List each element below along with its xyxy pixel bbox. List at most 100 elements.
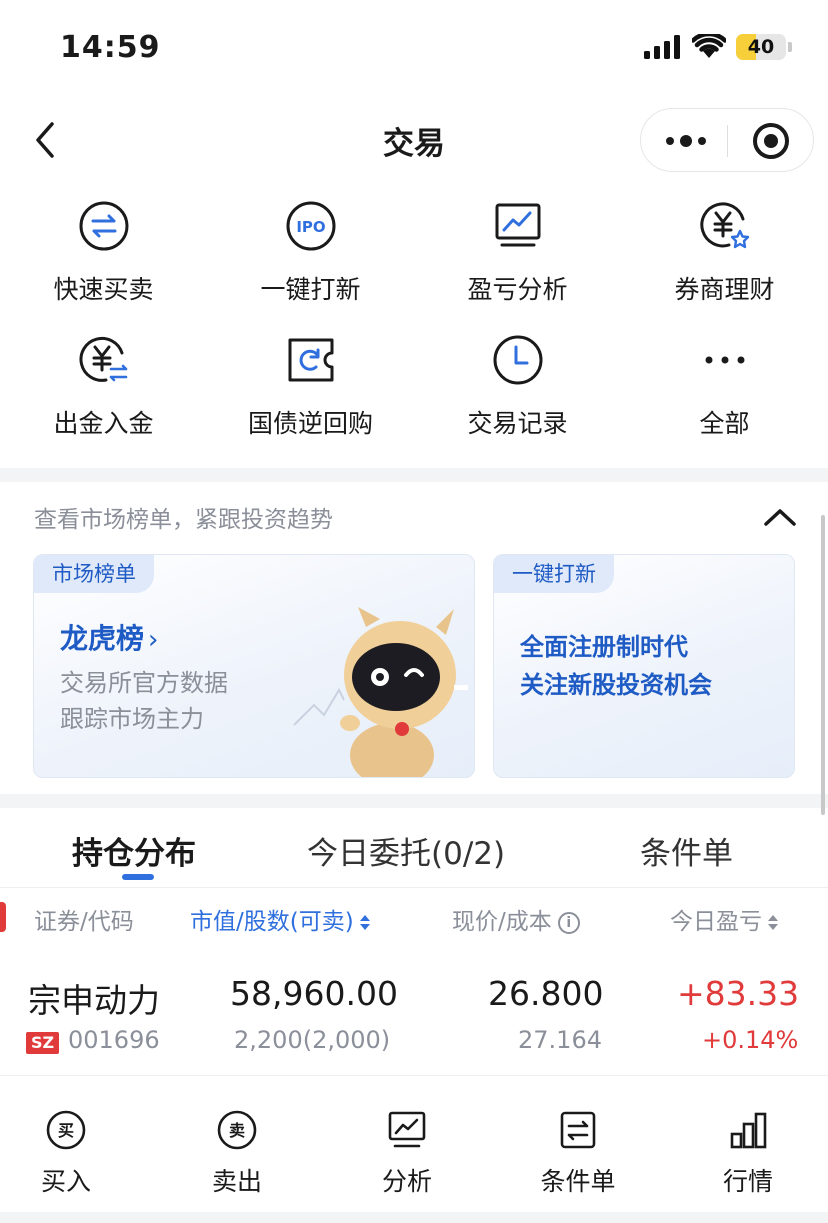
- capsule-divider: [727, 125, 728, 157]
- battery-icon: 40: [736, 34, 786, 60]
- status-time: 14:59: [60, 30, 161, 65]
- bottom-band: [0, 1212, 828, 1223]
- bar-label: 分析: [381, 1167, 432, 1196]
- repo-ticket-icon: [288, 338, 334, 382]
- conditional-order-button[interactable]: 条件单: [518, 1110, 638, 1210]
- card-description: 交易所官方数据: [60, 669, 228, 697]
- conditional-order-icon: [560, 1111, 596, 1149]
- stock-name: 宗申动力: [28, 981, 160, 1020]
- market-section: 查看市场榜单，紧跟投资趋势 市场榜单 龙虎榜 › 交易所官方数据 跟踪市场主力 一…: [0, 484, 828, 794]
- sort-icon: [359, 914, 370, 931]
- today-pnl: +83.33: [677, 974, 800, 1013]
- stock-code: 001696: [68, 1026, 160, 1054]
- chart-monitor-icon: [388, 1111, 426, 1148]
- market-value: 58,960.00: [230, 974, 398, 1013]
- bar-chart-icon: [730, 1112, 767, 1149]
- tab-holdings[interactable]: 持仓分布: [72, 828, 196, 873]
- status-icons: 40: [644, 34, 792, 60]
- chevron-right-icon: ›: [148, 625, 159, 655]
- section-divider: [0, 794, 828, 808]
- function-all[interactable]: 全部: [621, 326, 828, 456]
- section-divider: [0, 468, 828, 482]
- card-tag: 市场榜单: [34, 555, 154, 593]
- yen-transfer-icon: [79, 336, 128, 382]
- function-label: 交易记录: [467, 409, 568, 438]
- chart-monitor-icon: [495, 203, 541, 247]
- yen-star-icon: [700, 202, 750, 249]
- function-broker-wealth[interactable]: 券商理财: [621, 192, 828, 322]
- buy-icon: 买: [46, 1110, 86, 1150]
- bottom-action-bar: 买 买入 卖 卖出 分析 条件单 行情: [0, 1088, 828, 1210]
- column-header-security: 证券/代码: [34, 909, 134, 935]
- tab-today-orders[interactable]: 今日委托(0/2): [307, 828, 505, 873]
- nav-bar: 交易: [0, 100, 828, 180]
- column-header-label: 现价/成本: [452, 909, 552, 935]
- column-header-today-pnl[interactable]: 今日盈亏: [670, 902, 778, 936]
- column-header-market-value[interactable]: 市值/股数(可卖): [190, 902, 370, 936]
- function-treasury-repo[interactable]: 国债逆回购: [207, 326, 414, 456]
- svg-text:IPO: IPO: [296, 218, 325, 236]
- cost-price: 27.164: [518, 1026, 602, 1054]
- battery-level-text: 40: [747, 36, 775, 58]
- column-header-label: 今日盈亏: [670, 909, 762, 935]
- card-headline: 关注新股投资机会: [520, 671, 712, 699]
- function-grid: 快速买卖 IPO 一键打新 盈亏分析 券商理财 出金入金 国债逆回购 交易记录 …: [0, 192, 828, 452]
- function-deposit-withdraw[interactable]: 出金入金: [0, 326, 207, 456]
- scrollbar[interactable]: [821, 515, 825, 815]
- function-pnl-analysis[interactable]: 盈亏分析: [414, 192, 621, 322]
- function-label: 快速买卖: [53, 275, 154, 304]
- bar-label: 买入: [40, 1167, 91, 1196]
- signal-icon: [644, 35, 680, 59]
- bar-label: 行情: [722, 1167, 773, 1196]
- card-headline: 全面注册制时代: [520, 633, 688, 661]
- current-price: 26.800: [488, 974, 604, 1013]
- table-row[interactable]: 宗申动力 SZ 001696 58,960.00 2,200(2,000) 26…: [0, 960, 828, 1076]
- card-title: 龙虎榜 ›: [60, 622, 159, 655]
- info-icon[interactable]: i: [557, 911, 580, 934]
- holdings-tabs: 持仓分布 今日委托(0/2) 条件单: [0, 808, 828, 888]
- sell-icon: 卖: [217, 1110, 257, 1150]
- function-quick-trade[interactable]: 快速买卖: [0, 192, 207, 322]
- analysis-button[interactable]: 分析: [347, 1110, 467, 1210]
- market-section-header: 查看市场榜单，紧跟投资趋势: [34, 507, 333, 533]
- card-description: 跟踪市场主力: [60, 705, 204, 733]
- ipo-icon: IPO: [286, 201, 336, 251]
- function-ipo[interactable]: IPO 一键打新: [207, 192, 414, 322]
- dragon-tiger-card[interactable]: 市场榜单 龙虎榜 › 交易所官方数据 跟踪市场主力: [33, 554, 475, 778]
- clock-icon: [493, 335, 543, 385]
- function-label: 一键打新: [260, 275, 361, 304]
- function-trade-history[interactable]: 交易记录: [414, 326, 621, 456]
- function-label: 券商理财: [674, 275, 775, 304]
- market-quotes-button[interactable]: 行情: [688, 1110, 808, 1210]
- mini-program-capsule: [640, 108, 814, 172]
- column-header-label: 市值/股数(可卖): [190, 909, 354, 935]
- sell-button[interactable]: 卖 卖出: [177, 1110, 297, 1210]
- table-header: 证券/代码 市值/股数(可卖) 现价/成本 i 今日盈亏: [0, 890, 828, 946]
- bar-label: 卖出: [211, 1167, 262, 1196]
- close-circle-icon[interactable]: [753, 123, 789, 159]
- share-count: 2,200(2,000): [234, 1026, 391, 1054]
- buy-button[interactable]: 买 买入: [6, 1110, 126, 1210]
- function-label: 盈亏分析: [467, 275, 568, 304]
- tab-conditional-orders[interactable]: 条件单: [640, 828, 733, 873]
- exchange-badge: SZ: [26, 1032, 59, 1054]
- function-label: 全部: [699, 409, 750, 438]
- bar-label: 条件单: [540, 1167, 616, 1196]
- today-pnl-percent: +0.14%: [702, 1026, 799, 1054]
- wifi-icon: [692, 34, 726, 58]
- chevron-up-icon[interactable]: [762, 504, 798, 530]
- column-header-price-cost: 现价/成本 i: [452, 902, 580, 936]
- battery-cap: [788, 42, 792, 52]
- tab-active-indicator: [122, 874, 154, 880]
- function-label: 出金入金: [53, 409, 154, 438]
- function-label: 国债逆回购: [247, 409, 373, 438]
- mascot-robot-image: [293, 607, 468, 777]
- ipo-promo-card[interactable]: 一键打新 全面注册制时代 关注新股投资机会: [493, 554, 795, 778]
- svg-text:买: 买: [58, 1121, 74, 1140]
- svg-text:卖: 卖: [229, 1121, 245, 1140]
- more-dots-icon: [705, 356, 745, 364]
- swap-arrows-icon: [79, 201, 129, 251]
- more-menu-icon[interactable]: [659, 119, 713, 163]
- status-bar: 14:59 40: [0, 0, 828, 96]
- card-tag: 一键打新: [494, 555, 614, 593]
